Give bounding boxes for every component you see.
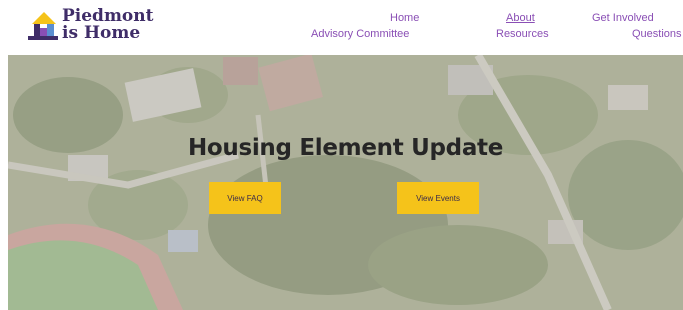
nav-advisory-committee-link[interactable]: Advisory Committee (311, 28, 409, 41)
aerial-map-background (8, 55, 683, 310)
brand-name: Piedmont is Home (62, 8, 153, 42)
hero-banner: Housing Element Update View FAQ View Eve… (8, 55, 683, 310)
nav-about-link[interactable]: About (506, 12, 535, 25)
view-events-button[interactable]: View Events (397, 182, 479, 214)
site-header: Piedmont is Home Home About Get Involved… (0, 0, 683, 52)
hero-title: Housing Element Update (187, 135, 504, 161)
site-logo[interactable]: Piedmont is Home (28, 8, 168, 46)
nav-questions-link[interactable]: Questions (632, 28, 682, 41)
nav-home-link[interactable]: Home (390, 12, 419, 25)
brand-name-line2: is Home (62, 23, 141, 43)
house-logo-icon (28, 12, 58, 40)
nav-resources-link[interactable]: Resources (496, 28, 549, 41)
view-faq-button[interactable]: View FAQ (209, 182, 281, 214)
nav-get-involved-link[interactable]: Get Involved (592, 12, 654, 25)
